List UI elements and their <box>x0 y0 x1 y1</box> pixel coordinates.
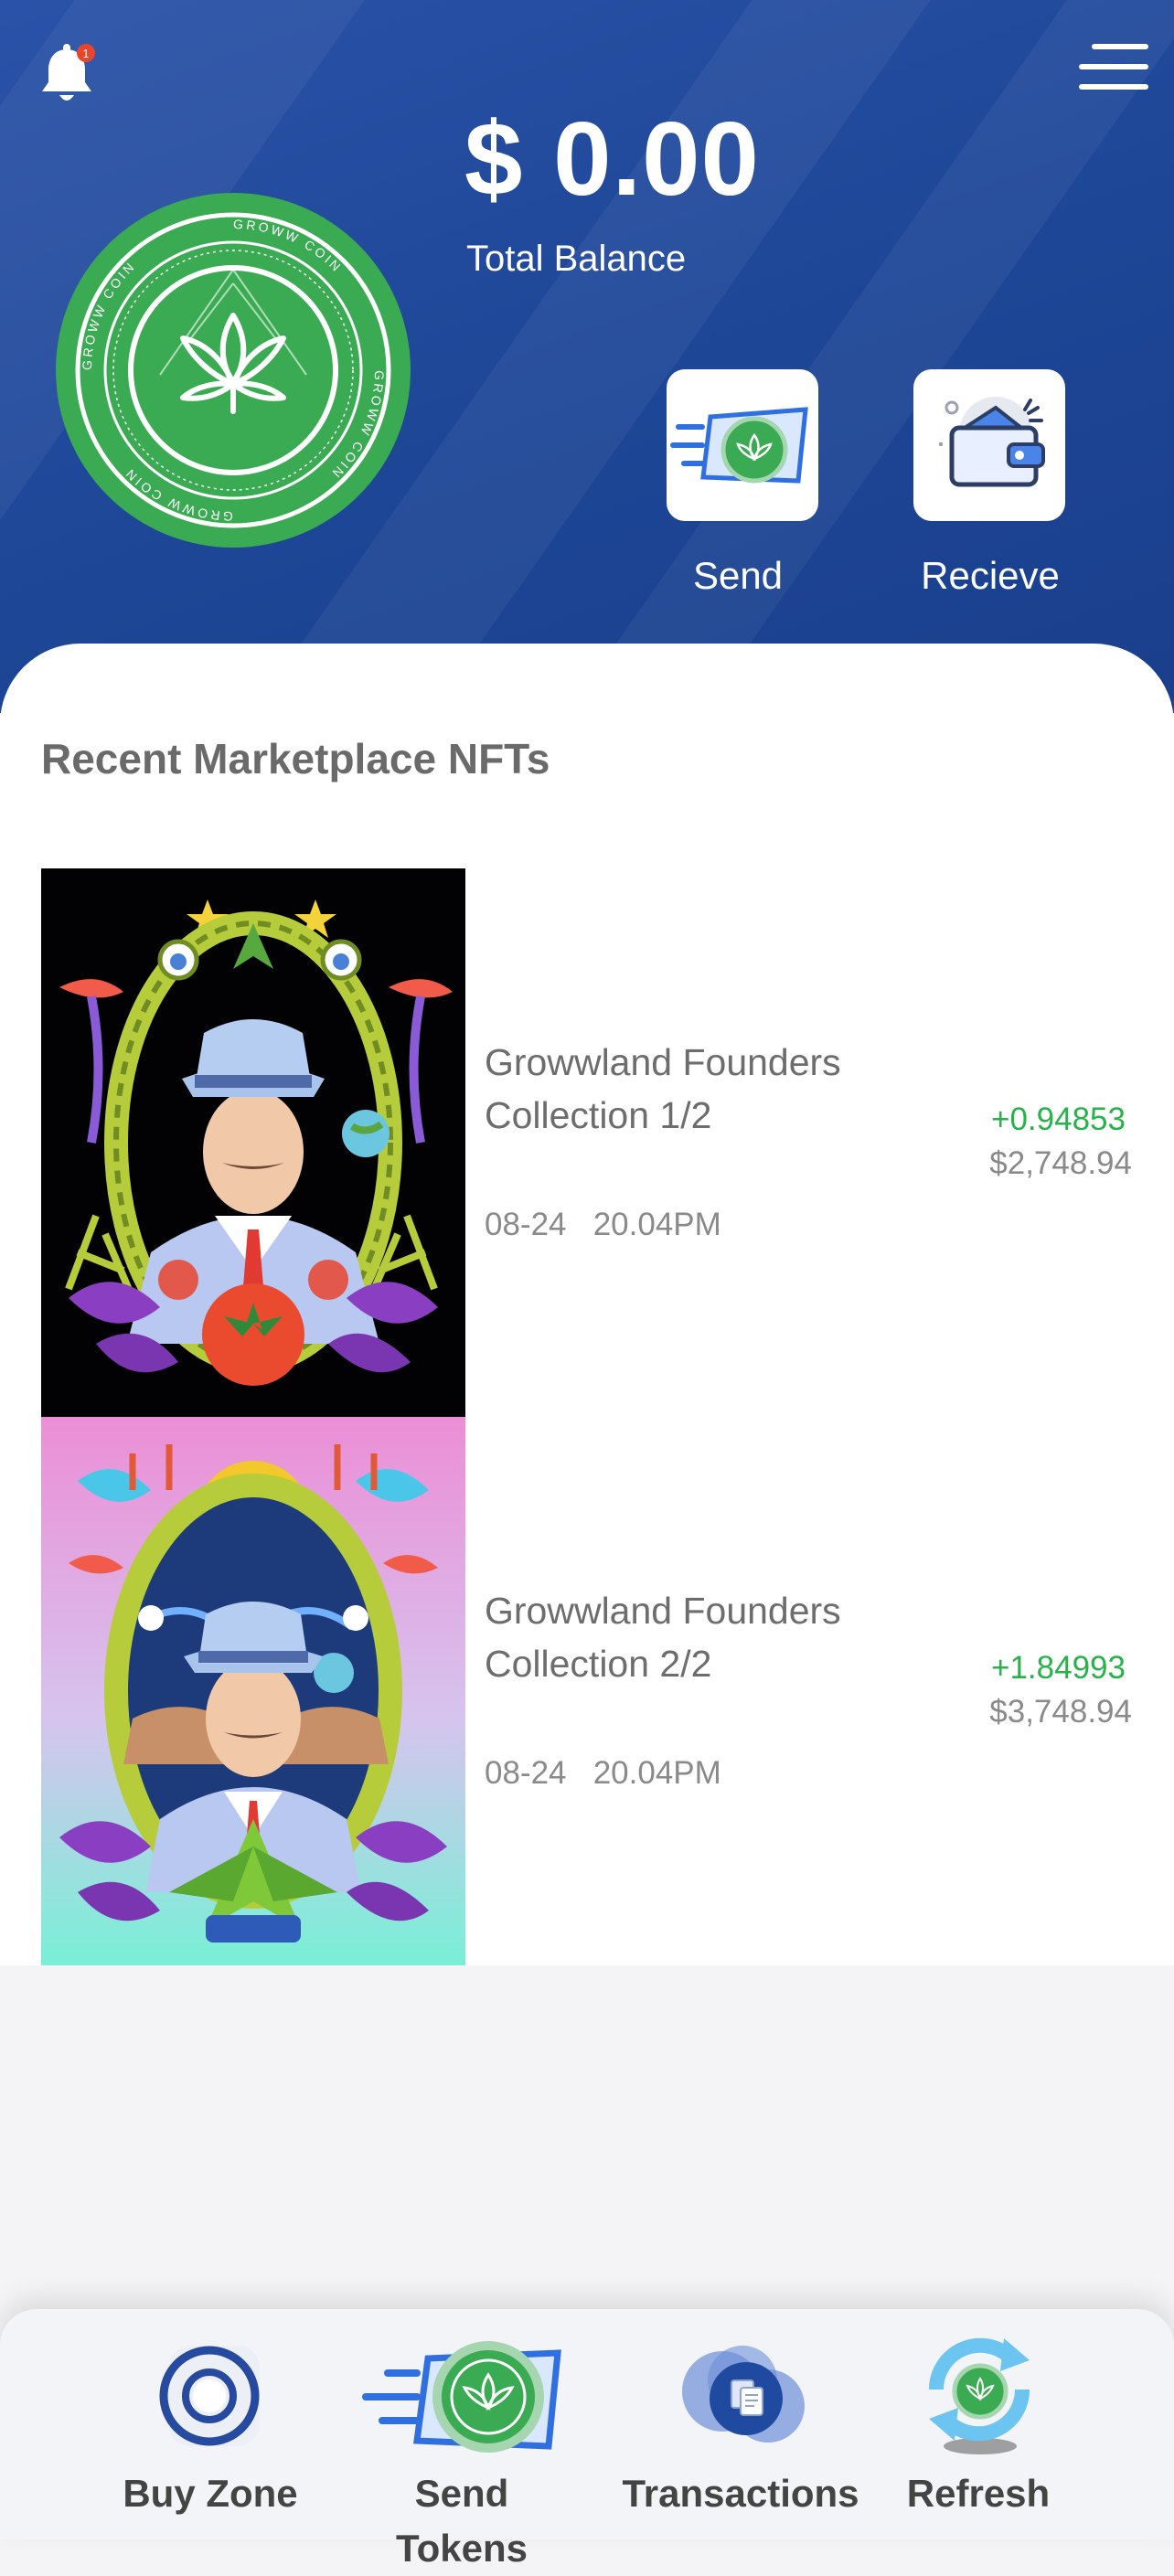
refresh-tab[interactable] <box>918 2333 1041 2461</box>
wallet-icon <box>939 397 1045 487</box>
receive-button[interactable] <box>913 369 1065 521</box>
hamburger-menu-icon[interactable] <box>1079 44 1148 93</box>
send-label: Send <box>692 554 784 597</box>
groww-coin-logo-icon: GROWW COIN GROWW COIN GROWW COIN GROWW C… <box>55 192 411 548</box>
notification-bell-icon[interactable]: 1 <box>37 42 101 108</box>
receive-label: Recieve <box>921 554 1060 597</box>
total-balance-amount: $ 0.00 <box>464 101 760 218</box>
transactions-tab[interactable] <box>677 2336 814 2455</box>
nft-price-change: +1.84993 <box>991 1650 1126 1686</box>
section-title: Recent Marketplace NFTs <box>41 735 550 782</box>
nft-image[interactable] <box>41 868 465 1417</box>
nft-time: 20.04PM <box>592 1755 721 1791</box>
nft-title[interactable]: Growwland Founders Collection 2/2 <box>485 1584 905 1690</box>
send-coin-icon <box>362 2341 561 2453</box>
total-balance-label: Total Balance <box>466 239 687 279</box>
balance-header: 1 $ 0.00 Total Balance GROWW COIN GROWW … <box>0 0 1174 713</box>
transactions-label: Transactions <box>622 2472 859 2515</box>
refresh-icon <box>928 2337 1030 2454</box>
nft-date: 08-24 <box>485 1755 567 1791</box>
nft-timestamp: 08-24 20.04PM <box>485 1202 721 1248</box>
nft-timestamp: 08-24 20.04PM <box>485 1751 721 1796</box>
nft-price: $3,748.94 <box>989 1694 1132 1730</box>
nft-title[interactable]: Growwland Founders Collection 1/2 <box>485 1036 905 1142</box>
nft-price-change: +0.94853 <box>991 1102 1126 1137</box>
nft-image[interactable] <box>41 1417 465 1965</box>
buy-zone-label: Buy Zone <box>123 2472 298 2515</box>
send-coin-icon <box>670 407 808 484</box>
buy-zone-tab[interactable] <box>150 2336 269 2455</box>
send-tokens-label: Send Tokens <box>396 2472 528 2570</box>
send-button[interactable] <box>667 369 818 521</box>
nft-date: 08-24 <box>485 1207 567 1242</box>
nft-price: $2,748.94 <box>989 1145 1132 1181</box>
notification-count: 1 <box>82 47 89 60</box>
send-tokens-tab[interactable] <box>357 2340 567 2459</box>
target-icon <box>159 2346 260 2446</box>
nft-time: 20.04PM <box>592 1207 721 1242</box>
refresh-label: Refresh <box>906 2472 1051 2515</box>
documents-icon <box>682 2346 805 2443</box>
